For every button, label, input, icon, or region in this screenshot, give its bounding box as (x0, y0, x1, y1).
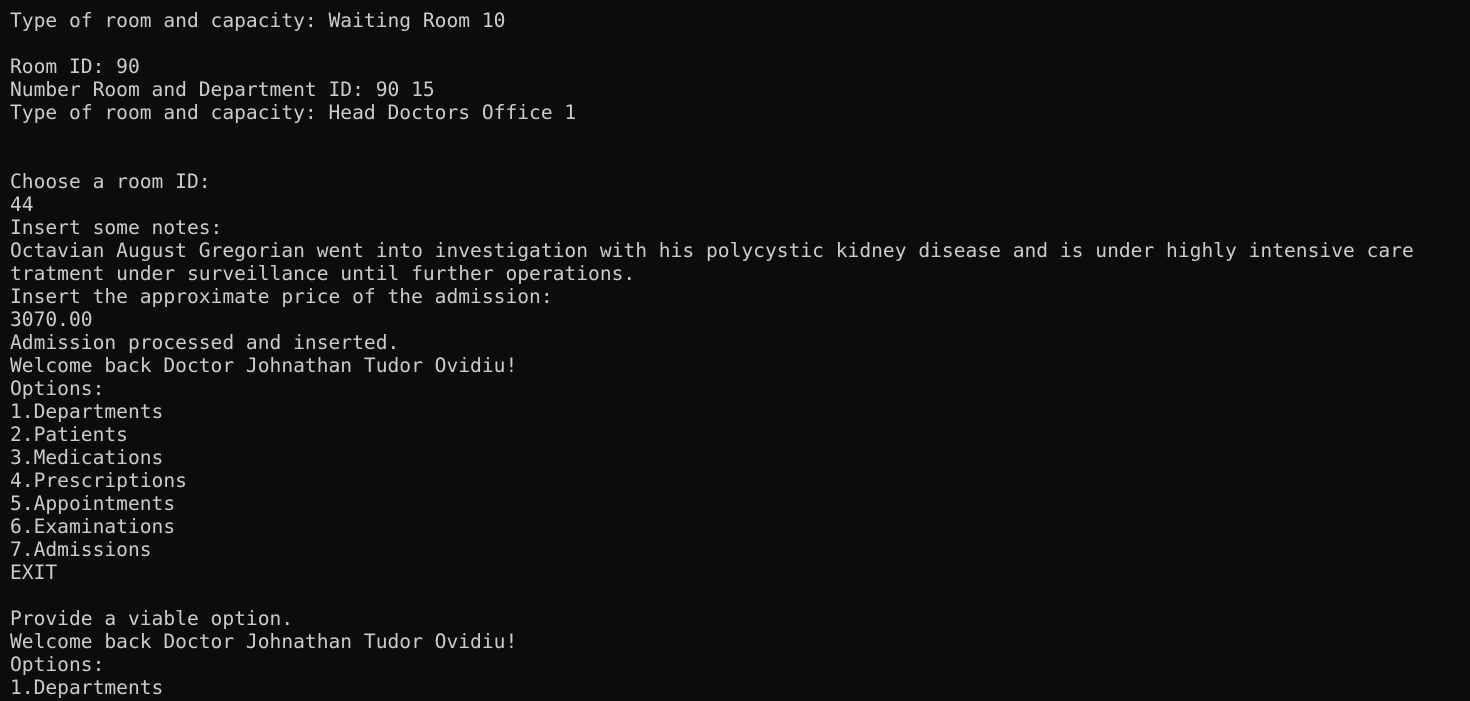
terminal-output[interactable]: Type of room and capacity: Waiting Room … (0, 0, 1470, 701)
terminal-line: 3.Medications (10, 446, 164, 469)
terminal-line: 4.Prescriptions (10, 469, 187, 492)
terminal-line: Insert some notes: (10, 216, 223, 239)
terminal-line: Welcome back Doctor Johnathan Tudor Ovid… (10, 630, 518, 653)
terminal-line: Provide a viable option. (10, 607, 294, 630)
terminal-line: 3070.00 (10, 308, 93, 331)
terminal-line: Room ID: 90 (10, 55, 140, 78)
terminal-line: 1.Departments (10, 400, 164, 423)
terminal-line: Insert the approximate price of the admi… (10, 285, 553, 308)
terminal-line: Admission processed and inserted. (10, 331, 400, 354)
terminal-line: Welcome back Doctor Johnathan Tudor Ovid… (10, 354, 518, 377)
terminal-line: 2.Patients (10, 423, 128, 446)
terminal-line: Choose a room ID: (10, 170, 211, 193)
terminal-line: Type of room and capacity: Head Doctors … (10, 101, 577, 124)
terminal-line: Options: (10, 653, 105, 676)
terminal-line: 44 (10, 193, 34, 216)
terminal-line: Octavian August Gregorian went into inve… (10, 239, 1414, 262)
terminal-line: 1.Departments (10, 676, 164, 699)
terminal-line: EXIT (10, 561, 58, 584)
terminal-line: Type of room and capacity: Waiting Room … (10, 9, 506, 32)
terminal-line: 7.Admissions (10, 538, 152, 561)
terminal-line: 6.Examinations (10, 515, 176, 538)
terminal-line: tratment under surveillance until furthe… (10, 262, 636, 285)
terminal-line: Options: (10, 377, 105, 400)
terminal-line: 5.Appointments (10, 492, 176, 515)
terminal-line: Number Room and Department ID: 90 15 (10, 78, 435, 101)
